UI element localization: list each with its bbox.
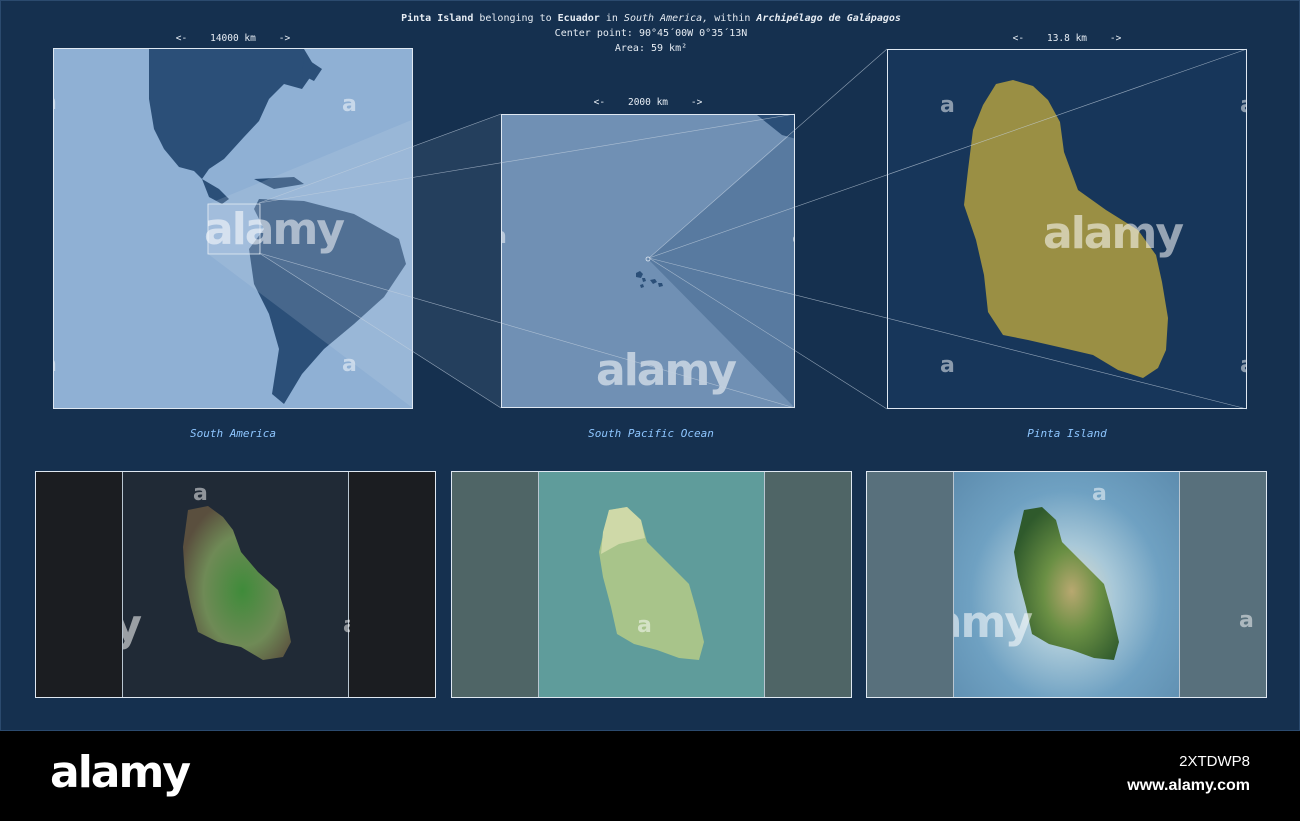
footer-bar: alamy 2XTDWP8 www.alamy.com (0, 731, 1300, 821)
thumbnail-physical: a a a (451, 471, 852, 698)
watermark-letter: a (637, 613, 652, 638)
brand-logo[interactable]: alamy (50, 747, 191, 798)
site-link[interactable]: www.alamy.com (1127, 777, 1250, 795)
image-id: 2XTDWP8 (1179, 753, 1250, 770)
watermark-letter: a (1239, 608, 1254, 633)
label-south-pacific: South Pacific Ocean (588, 427, 714, 440)
thumbnail-satellite: alamy a a (35, 471, 436, 698)
label-south-america: South America (189, 427, 277, 440)
thumbnail-relief: alamy a a (866, 471, 1267, 698)
map-poster: Pinta Island belonging to Ecuador in Sou… (0, 0, 1300, 731)
watermark-letter: a (1092, 481, 1107, 506)
watermark-letter: a (343, 613, 350, 638)
watermark-letter: a (193, 481, 208, 506)
watermark-text: alamy (954, 597, 1032, 648)
label-pinta-island: Pinta Island (1027, 427, 1107, 440)
watermark-text: alamy (123, 600, 141, 651)
